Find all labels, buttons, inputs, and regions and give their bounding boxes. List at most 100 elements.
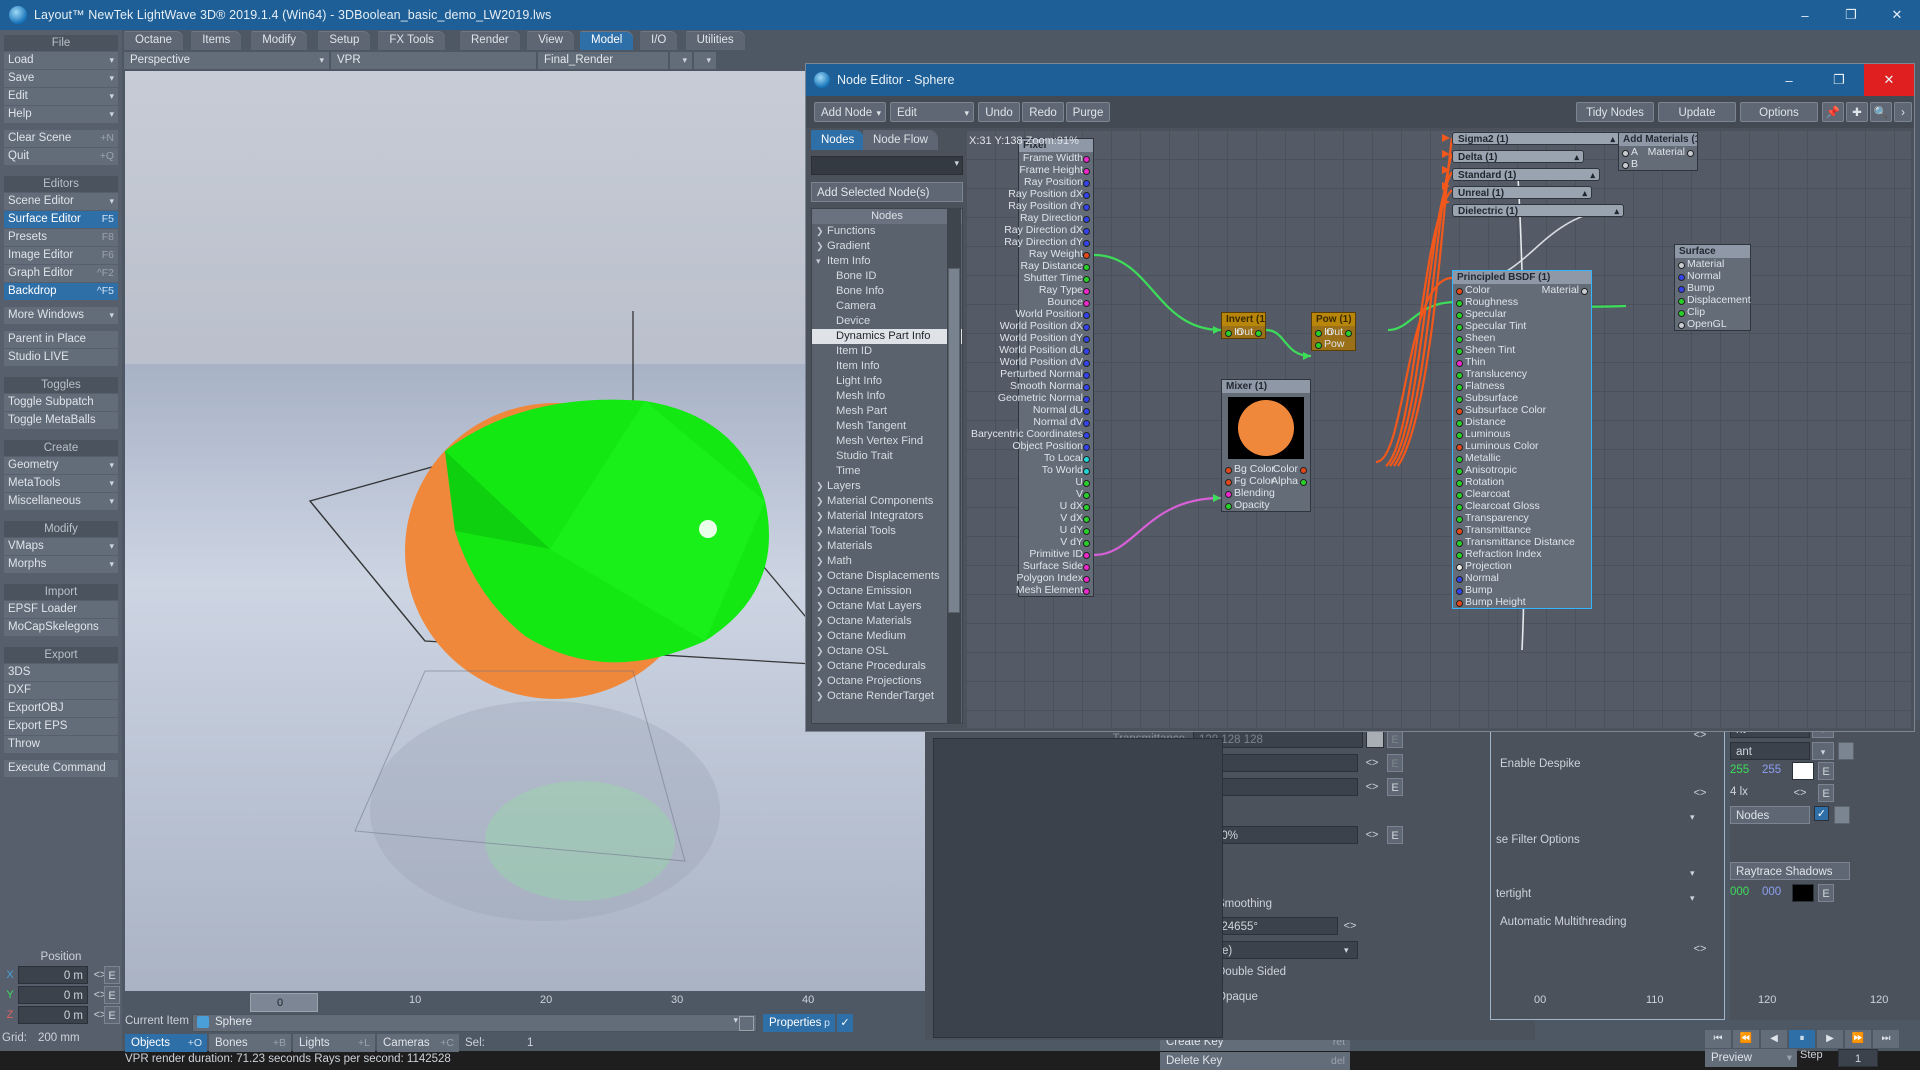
step-value[interactable]: 1 (1838, 1049, 1878, 1067)
input-port[interactable] (1225, 503, 1232, 510)
envelope-icon[interactable]: <> (1362, 778, 1382, 796)
output-port[interactable] (1083, 576, 1090, 583)
item-picker-icon[interactable] (739, 1016, 754, 1031)
node-tree-item-device[interactable]: Device (812, 314, 962, 329)
clipboard-icon[interactable] (1834, 806, 1850, 824)
input-port[interactable] (1456, 588, 1463, 595)
axis-value-z[interactable]: 0 m (18, 1006, 88, 1024)
input-port[interactable] (1456, 456, 1463, 463)
add-node-button[interactable]: Add Node ▾ (814, 102, 886, 122)
input-port[interactable] (1678, 274, 1685, 281)
input-port[interactable] (1678, 298, 1685, 305)
chevron-down-icon[interactable]: ▾ (1812, 742, 1834, 760)
chevron-right-icon[interactable]: ❯ (816, 689, 827, 704)
envelope-icon[interactable]: <> (1790, 784, 1810, 802)
collapsed-node-sigma2-1-[interactable]: Sigma2 (1)▴ (1452, 132, 1620, 145)
output-port[interactable] (1083, 384, 1090, 391)
node-tree-item-math[interactable]: ❯Math (812, 554, 962, 569)
viewport-extra-dropdown[interactable]: ▾ (694, 52, 716, 69)
output-port[interactable] (1083, 300, 1090, 307)
node-tree-item-functions[interactable]: ❯Functions (812, 224, 962, 239)
sidebar-item-more-windows[interactable]: More Windows▾ (4, 307, 118, 324)
sidebar-item-clear-scene[interactable]: Clear Scene+N (4, 130, 118, 147)
input-port[interactable] (1456, 396, 1463, 403)
sidebar-item-epsf-loader[interactable]: EPSF Loader (4, 601, 118, 618)
axis-envelope-button-y[interactable]: E (104, 986, 120, 1004)
transport-button-3[interactable]: ⏸ (1789, 1030, 1815, 1048)
output-port[interactable] (1083, 516, 1090, 523)
node-add-materials[interactable]: Add Materials (1) A Material B (1618, 132, 1698, 171)
node-tree-item-mesh-tangent[interactable]: Mesh Tangent (812, 419, 962, 434)
input-port[interactable] (1622, 162, 1629, 169)
sidebar-item-toggle-metaballs[interactable]: Toggle MetaBalls (4, 412, 118, 429)
chevron-right-icon[interactable]: ❯ (816, 614, 827, 629)
sidebar-item-throw[interactable]: Throw (4, 736, 118, 753)
minimize-button[interactable]: – (1782, 0, 1828, 30)
node-tree-item-gradient[interactable]: ❯Gradient (812, 239, 962, 254)
output-port[interactable] (1083, 444, 1090, 451)
sidebar-item-geometry[interactable]: Geometry▾ (4, 457, 118, 474)
delete-key-button[interactable]: Delete Key del (1160, 1052, 1350, 1070)
node-search-input[interactable]: ▾ (811, 156, 963, 175)
raytrace-shadows-label[interactable]: Raytrace Shadows (1730, 862, 1850, 880)
input-port[interactable] (1456, 552, 1463, 559)
node-tree-item-octane-rendertarget[interactable]: ❯Octane RenderTarget (812, 689, 962, 704)
color-swatch[interactable] (1366, 730, 1384, 748)
envelope-icon[interactable]: <> (1362, 754, 1382, 772)
node-editor-minimize-button[interactable]: – (1764, 64, 1814, 96)
node-editor-close-button[interactable]: ✕ (1864, 64, 1914, 96)
input-port[interactable] (1456, 480, 1463, 487)
output-port[interactable] (1083, 336, 1090, 343)
output-port[interactable] (1083, 492, 1090, 499)
output-port[interactable] (1083, 396, 1090, 403)
node-tree-item-octane-projections[interactable]: ❯Octane Projections (812, 674, 962, 689)
maximize-button[interactable]: ❐ (1828, 0, 1874, 30)
falloff-field[interactable]: ant (1730, 742, 1810, 760)
envelope-button[interactable]: E (1387, 778, 1403, 796)
envelope-icon[interactable]: <> (1690, 784, 1710, 802)
input-port[interactable] (1678, 286, 1685, 293)
node-tree-item-material-integrators[interactable]: ❯Material Integrators (812, 509, 962, 524)
output-port[interactable] (1083, 372, 1090, 379)
tab-view[interactable]: View (527, 31, 574, 50)
envelope-button[interactable]: E (1818, 762, 1834, 780)
right-timeline[interactable]: 00110120120 (1528, 992, 1918, 1014)
output-port[interactable] (1083, 228, 1090, 235)
transport-button-0[interactable]: ⏮ (1705, 1030, 1731, 1048)
tab-octane[interactable]: Octane (124, 31, 183, 50)
node-editor-maximize-button[interactable]: ❐ (1814, 64, 1864, 96)
sidebar-item-save[interactable]: Save▾ (4, 70, 118, 87)
output-port[interactable] (1083, 564, 1090, 571)
add-selected-nodes-button[interactable]: Add Selected Node(s) (811, 182, 963, 202)
timeline-current-frame-handle[interactable]: 0 (250, 993, 318, 1012)
node-surface[interactable]: Surface MaterialNormalBumpDisplacementCl… (1674, 244, 1751, 331)
chevron-right-icon[interactable]: ❯ (816, 554, 827, 569)
input-port[interactable] (1225, 491, 1232, 498)
chevron-right-icon[interactable]: ❯ (816, 539, 827, 554)
axis-envelope-button-x[interactable]: E (104, 966, 120, 984)
transport-button-4[interactable]: ▶ (1817, 1030, 1843, 1048)
envelope-button[interactable]: E (1387, 826, 1403, 844)
node-header[interactable]: Surface (1675, 245, 1750, 258)
input-port[interactable] (1456, 324, 1463, 331)
chevron-down-icon[interactable]: ▾ (816, 254, 827, 269)
mode-button-lights[interactable]: Lights+L (293, 1034, 375, 1052)
mode-button-cameras[interactable]: Cameras+C (377, 1034, 459, 1052)
sidebar-item-edit[interactable]: Edit▾ (4, 88, 118, 105)
output-port[interactable] (1083, 588, 1090, 595)
axis-envelope-button-z[interactable]: E (104, 1006, 120, 1024)
sidebar-item-morphs[interactable]: Morphs▾ (4, 556, 118, 573)
sidebar-item-scene-editor[interactable]: Scene Editor▾ (4, 193, 118, 210)
sidebar-item-mocapskelegons[interactable]: MoCapSkelegons (4, 619, 118, 636)
node-tree-item-mesh-vertex-find[interactable]: Mesh Vertex Find (812, 434, 962, 449)
node-tree-item-item-info[interactable]: ▾Item Info (812, 254, 962, 269)
output-port[interactable] (1083, 420, 1090, 427)
sidebar-item-metatools[interactable]: MetaTools▾ (4, 475, 118, 492)
input-port[interactable] (1456, 408, 1463, 415)
node-tree[interactable]: Nodes ❯Functions❯Gradient▾Item InfoBone … (811, 208, 963, 724)
node-tree-item-item-id[interactable]: Item ID (812, 344, 962, 359)
mode-button-objects[interactable]: Objects+O (125, 1034, 207, 1052)
envelope-icon[interactable]: <> (1340, 917, 1360, 935)
chevron-right-icon[interactable]: ❯ (816, 674, 827, 689)
output-port[interactable] (1083, 468, 1090, 475)
